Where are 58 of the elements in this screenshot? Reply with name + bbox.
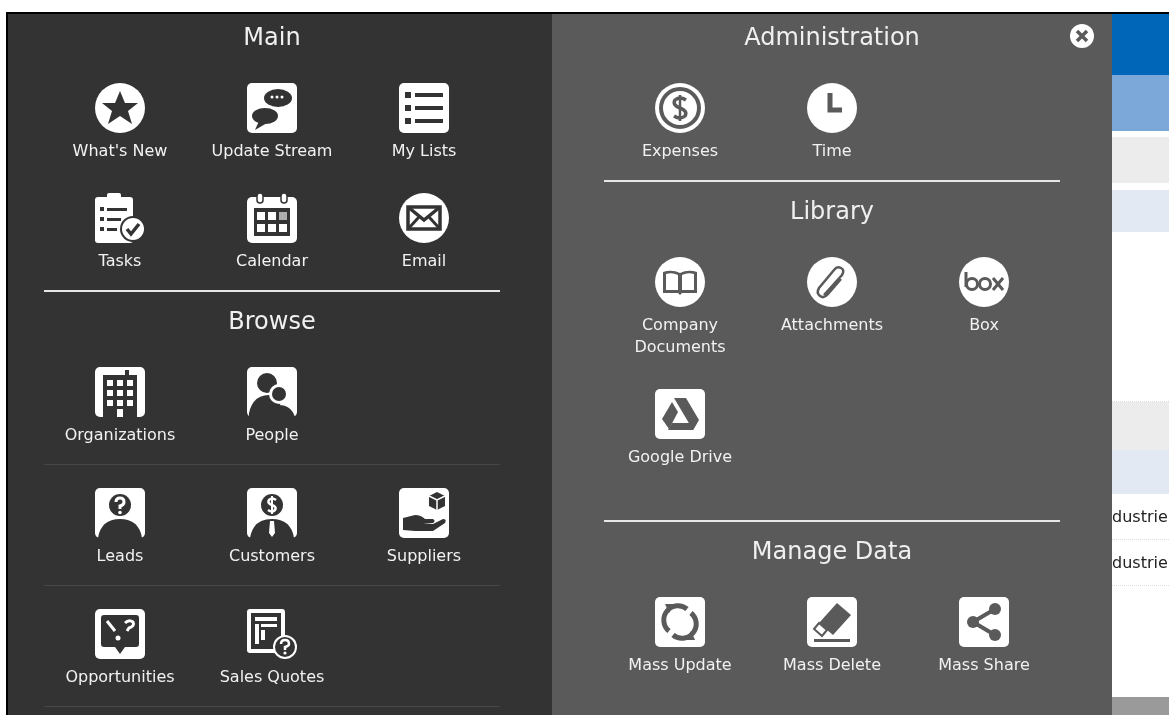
book-icon — [655, 257, 705, 307]
envelope-icon — [399, 193, 449, 243]
table-cell-text: dustrie — [1112, 505, 1168, 528]
box-logo-icon — [959, 257, 1009, 307]
menu-item[interactable]: Sales Quotes — [196, 609, 348, 688]
clock-icon — [807, 83, 857, 133]
menu-item[interactable]: My Lists — [348, 83, 500, 162]
list-icon — [399, 83, 449, 133]
menu-item[interactable]: Time — [756, 83, 908, 162]
chat-bubbles-icon — [247, 83, 297, 133]
menu-item[interactable]: Leads — [44, 488, 196, 567]
person-question-icon — [95, 488, 145, 538]
share-icon — [959, 597, 1009, 647]
section-title: Library — [789, 196, 875, 227]
paperclip-icon — [807, 257, 857, 307]
document-question-icon — [247, 609, 297, 659]
menu-item[interactable]: Expenses — [604, 83, 756, 162]
table-row — [1112, 450, 1169, 494]
menu-item[interactable]: Mass Share — [908, 597, 1060, 676]
menu-item[interactable]: Tasks — [44, 193, 196, 272]
menu-item[interactable]: Mass Update — [604, 597, 756, 676]
speech-bubble-icon — [95, 609, 145, 659]
refresh-icon — [655, 597, 705, 647]
section-title: Main — [242, 22, 302, 53]
building-icon — [95, 367, 145, 417]
section-title: Administration — [743, 22, 921, 53]
menu-item[interactable]: People — [196, 367, 348, 446]
clipboard-check-icon — [95, 193, 145, 243]
eraser-icon — [807, 597, 857, 647]
people-icon — [247, 367, 297, 417]
menu-item[interactable]: Organizations — [44, 367, 196, 446]
table-cell-text: dustrie — [1112, 551, 1168, 574]
menu-item[interactable]: What's New — [44, 83, 196, 162]
table-row — [1112, 402, 1169, 450]
menu-item[interactable]: Update Stream — [196, 83, 348, 162]
hand-box-icon — [399, 488, 449, 538]
menu-item[interactable]: Customers — [196, 488, 348, 567]
section-title: Browse — [227, 306, 317, 337]
menu-item[interactable]: Attachments — [756, 257, 908, 358]
menu-item[interactable]: Calendar — [196, 193, 348, 272]
menu-item[interactable]: Company Documents — [604, 257, 756, 358]
footer-bar — [1112, 697, 1169, 715]
person-dollar-icon — [247, 488, 297, 538]
section-title: Manage Data — [750, 536, 914, 567]
table-header — [1112, 75, 1169, 131]
calendar-icon — [247, 193, 297, 243]
header-bar — [1112, 14, 1169, 75]
triangle-logo-icon — [655, 389, 705, 439]
menu-item[interactable]: Mass Delete — [756, 597, 908, 676]
menu-item[interactable]: Opportunities — [44, 609, 196, 688]
close-icon[interactable] — [1070, 24, 1094, 48]
menu-item[interactable]: Box — [908, 257, 1060, 358]
dollar-icon — [655, 83, 705, 133]
menu-item[interactable]: Google Drive — [604, 389, 756, 468]
table-row — [1112, 137, 1169, 183]
table-row — [1112, 190, 1169, 232]
menu-item[interactable]: Email — [348, 193, 500, 272]
menu-item[interactable]: Suppliers — [348, 488, 500, 567]
